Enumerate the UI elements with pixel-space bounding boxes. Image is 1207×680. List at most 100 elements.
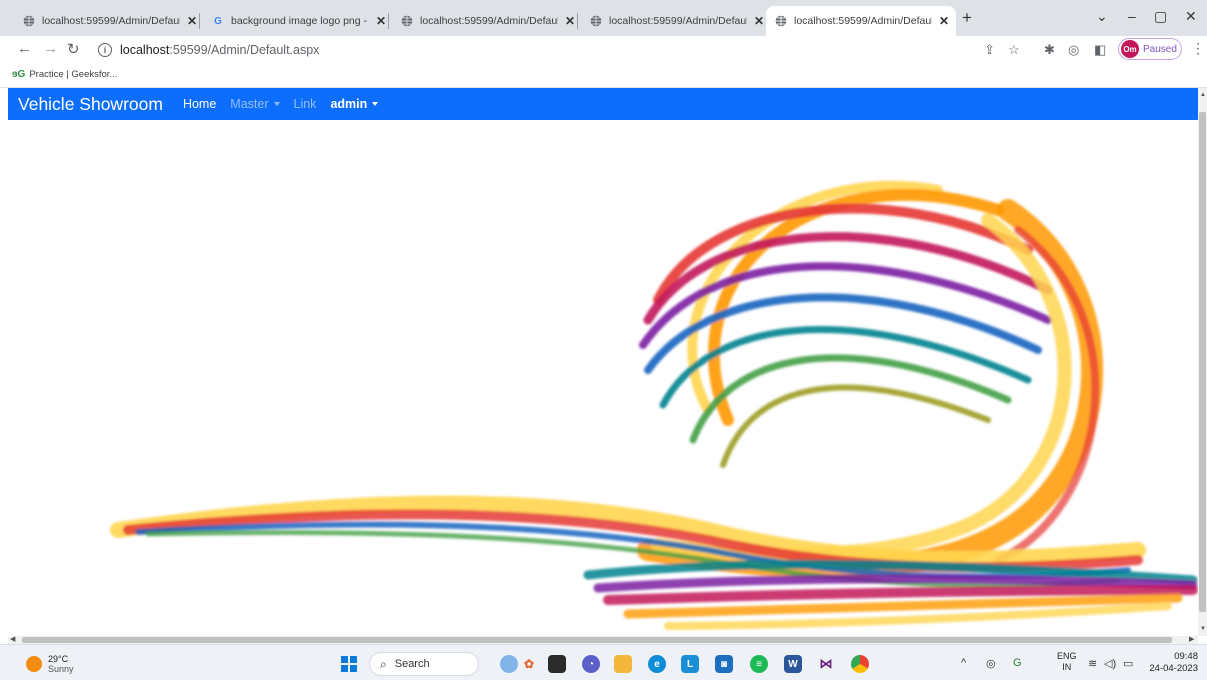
nav-link-label: Master (230, 97, 269, 111)
share-icon[interactable]: ⇪ (984, 42, 995, 58)
globe-icon (23, 15, 35, 27)
menu-kebab-icon[interactable]: ⋮ (1191, 40, 1205, 57)
file-explorer-icon[interactable] (614, 655, 632, 673)
app-blue-icon[interactable]: ◙ (715, 655, 733, 673)
forward-arrow-icon[interactable]: → (43, 40, 58, 57)
minimize-icon[interactable]: – (1128, 8, 1136, 24)
address-bar[interactable]: i localhost:59599/Admin/Default.aspx (89, 38, 989, 62)
caret-down-icon (372, 102, 379, 106)
swirl-stroke (720, 384, 991, 468)
scroll-down-icon[interactable]: ▼ (1200, 626, 1206, 632)
side-panel-icon[interactable]: ◧ (1094, 42, 1106, 58)
google-icon: G (214, 15, 222, 27)
tray-chevron-icon[interactable]: ^ (961, 657, 966, 669)
bookmark-star-icon[interactable]: ☆ (1008, 42, 1020, 58)
copilot-icon[interactable]: ✿ (520, 655, 538, 673)
tray-g-icon[interactable]: G (1013, 657, 1022, 669)
scroll-up-icon[interactable]: ▲ (1200, 92, 1206, 98)
tab-5-active[interactable]: localhost:59599/Admin/Default.a ✕ (766, 6, 956, 36)
info-icon[interactable]: i (98, 43, 112, 57)
chat-icon[interactable]: ◔ (582, 655, 600, 673)
url-path: :59599/Admin/Default.aspx (169, 43, 320, 57)
tab-2[interactable]: G background image logo png - Go ✕ (203, 8, 389, 34)
browser-window: localhost:59599/Admin/Default.a ✕ G back… (0, 0, 1207, 680)
globe-icon (775, 15, 787, 27)
reload-icon[interactable]: ↻ (67, 40, 80, 58)
caret-down-icon (273, 102, 280, 106)
nav-link-master[interactable]: Master (230, 97, 280, 111)
tab-title: background image logo png - Go (231, 15, 369, 27)
tab-1[interactable]: localhost:59599/Admin/Default.a ✕ (14, 8, 200, 34)
extensions-icon[interactable]: ✱ (1044, 42, 1055, 58)
scrollbar-thumb[interactable] (1199, 112, 1206, 612)
url-host: localhost (120, 43, 170, 57)
nav-link-admin[interactable]: admin (330, 97, 379, 111)
back-arrow-icon[interactable]: ← (17, 40, 32, 57)
weather-widget[interactable]: 29°C Sunny (26, 654, 74, 674)
nav-link-label: Link (293, 97, 317, 111)
tab-title: localhost:59599/Admin/Default.a (609, 15, 747, 27)
globe-icon (590, 15, 602, 27)
clock-time: 09:48 (1174, 651, 1198, 662)
widgets-icon[interactable] (500, 655, 518, 673)
profile-status: Paused (1143, 43, 1177, 55)
clock-date: 24-04-2023 (1149, 663, 1198, 674)
bookmark-label: Practice | Geeksfor... (29, 69, 118, 80)
taskbar-search[interactable]: ⌕ Search (369, 652, 479, 676)
tab-4[interactable]: localhost:59599/Admin/Default.a ✕ (581, 8, 765, 34)
sun-icon (26, 656, 42, 672)
close-icon[interactable]: ✕ (938, 14, 950, 28)
battery-icon[interactable]: ▭ (1123, 657, 1133, 670)
close-icon[interactable]: ✕ (564, 14, 576, 28)
tab-title: localhost:59599/Admin/Default.a (420, 15, 558, 27)
vertical-scrollbar[interactable]: ▲ ▼ (1198, 88, 1207, 636)
site-navbar: Vehicle Showroom Home Master Link admin (8, 88, 1198, 120)
nav-link-label: admin (330, 97, 368, 111)
bookmarks-bar: ɘG Practice | Geeksfor... (0, 64, 1207, 88)
nav-link-home[interactable]: Home (183, 97, 216, 111)
system-clock[interactable]: 09:48 24-04-2023 (1144, 651, 1198, 675)
visual-studio-icon[interactable]: ⋈ (817, 655, 835, 673)
wifi-icon[interactable]: ≋ (1088, 657, 1097, 670)
windows-taskbar: 29°C Sunny ⌕ Search ✿ ◔ e L ◙ ≡ W ⋈ ^ ◎ … (0, 644, 1207, 680)
avatar: Om (1121, 40, 1139, 58)
language-bottom: IN (1062, 662, 1072, 672)
windows-start-icon[interactable] (341, 656, 357, 672)
tab-separator (388, 13, 389, 29)
scrollbar-thumb[interactable] (22, 637, 1172, 643)
tab-separator (577, 13, 578, 29)
search-label: Search (394, 658, 430, 670)
scroll-right-icon[interactable]: ▶ (1189, 635, 1194, 643)
scroll-left-icon[interactable]: ◀ (10, 635, 15, 643)
new-tab-icon[interactable]: + (962, 8, 972, 28)
media-icon[interactable]: ◎ (1068, 42, 1079, 58)
app-l-icon[interactable]: L (681, 655, 699, 673)
word-icon[interactable]: W (784, 655, 802, 673)
language-indicator[interactable]: ENG IN (1057, 651, 1077, 673)
restore-icon[interactable]: ▢ (1154, 8, 1167, 25)
bookmark-item[interactable]: ɘG Practice | Geeksfor... (12, 69, 117, 80)
profile-button[interactable]: Om Paused (1118, 38, 1182, 60)
tab-strip: localhost:59599/Admin/Default.a ✕ G back… (0, 0, 1207, 36)
window-close-icon[interactable]: ✕ (1185, 8, 1197, 25)
gfg-icon: ɘG (12, 69, 26, 80)
task-view-icon[interactable] (548, 655, 566, 673)
tab-title: localhost:59599/Admin/Default.a (42, 15, 180, 27)
horizontal-scrollbar[interactable]: ◀ ▶ (8, 636, 1198, 644)
edge-icon[interactable]: e (648, 655, 666, 673)
tray-app-icon[interactable]: ◎ (986, 657, 996, 670)
close-icon[interactable]: ✕ (186, 14, 198, 28)
tab-3[interactable]: localhost:59599/Admin/Default.a ✕ (392, 8, 578, 34)
spotify-icon[interactable]: ≡ (750, 655, 768, 673)
navbar-brand[interactable]: Vehicle Showroom (18, 94, 163, 115)
volume-icon[interactable]: ◁) (1104, 657, 1116, 670)
close-icon[interactable]: ✕ (375, 14, 387, 28)
chrome-icon[interactable] (851, 655, 869, 673)
weather-desc: Sunny (48, 664, 74, 674)
weather-temp: 29°C (48, 654, 69, 664)
tab-title: localhost:59599/Admin/Default.a (794, 15, 932, 27)
language-top: ENG (1057, 651, 1077, 661)
nav-link-link[interactable]: Link (294, 97, 317, 111)
tab-search-chevron-icon[interactable]: ⌄ (1096, 8, 1108, 25)
close-icon[interactable]: ✕ (753, 14, 765, 28)
